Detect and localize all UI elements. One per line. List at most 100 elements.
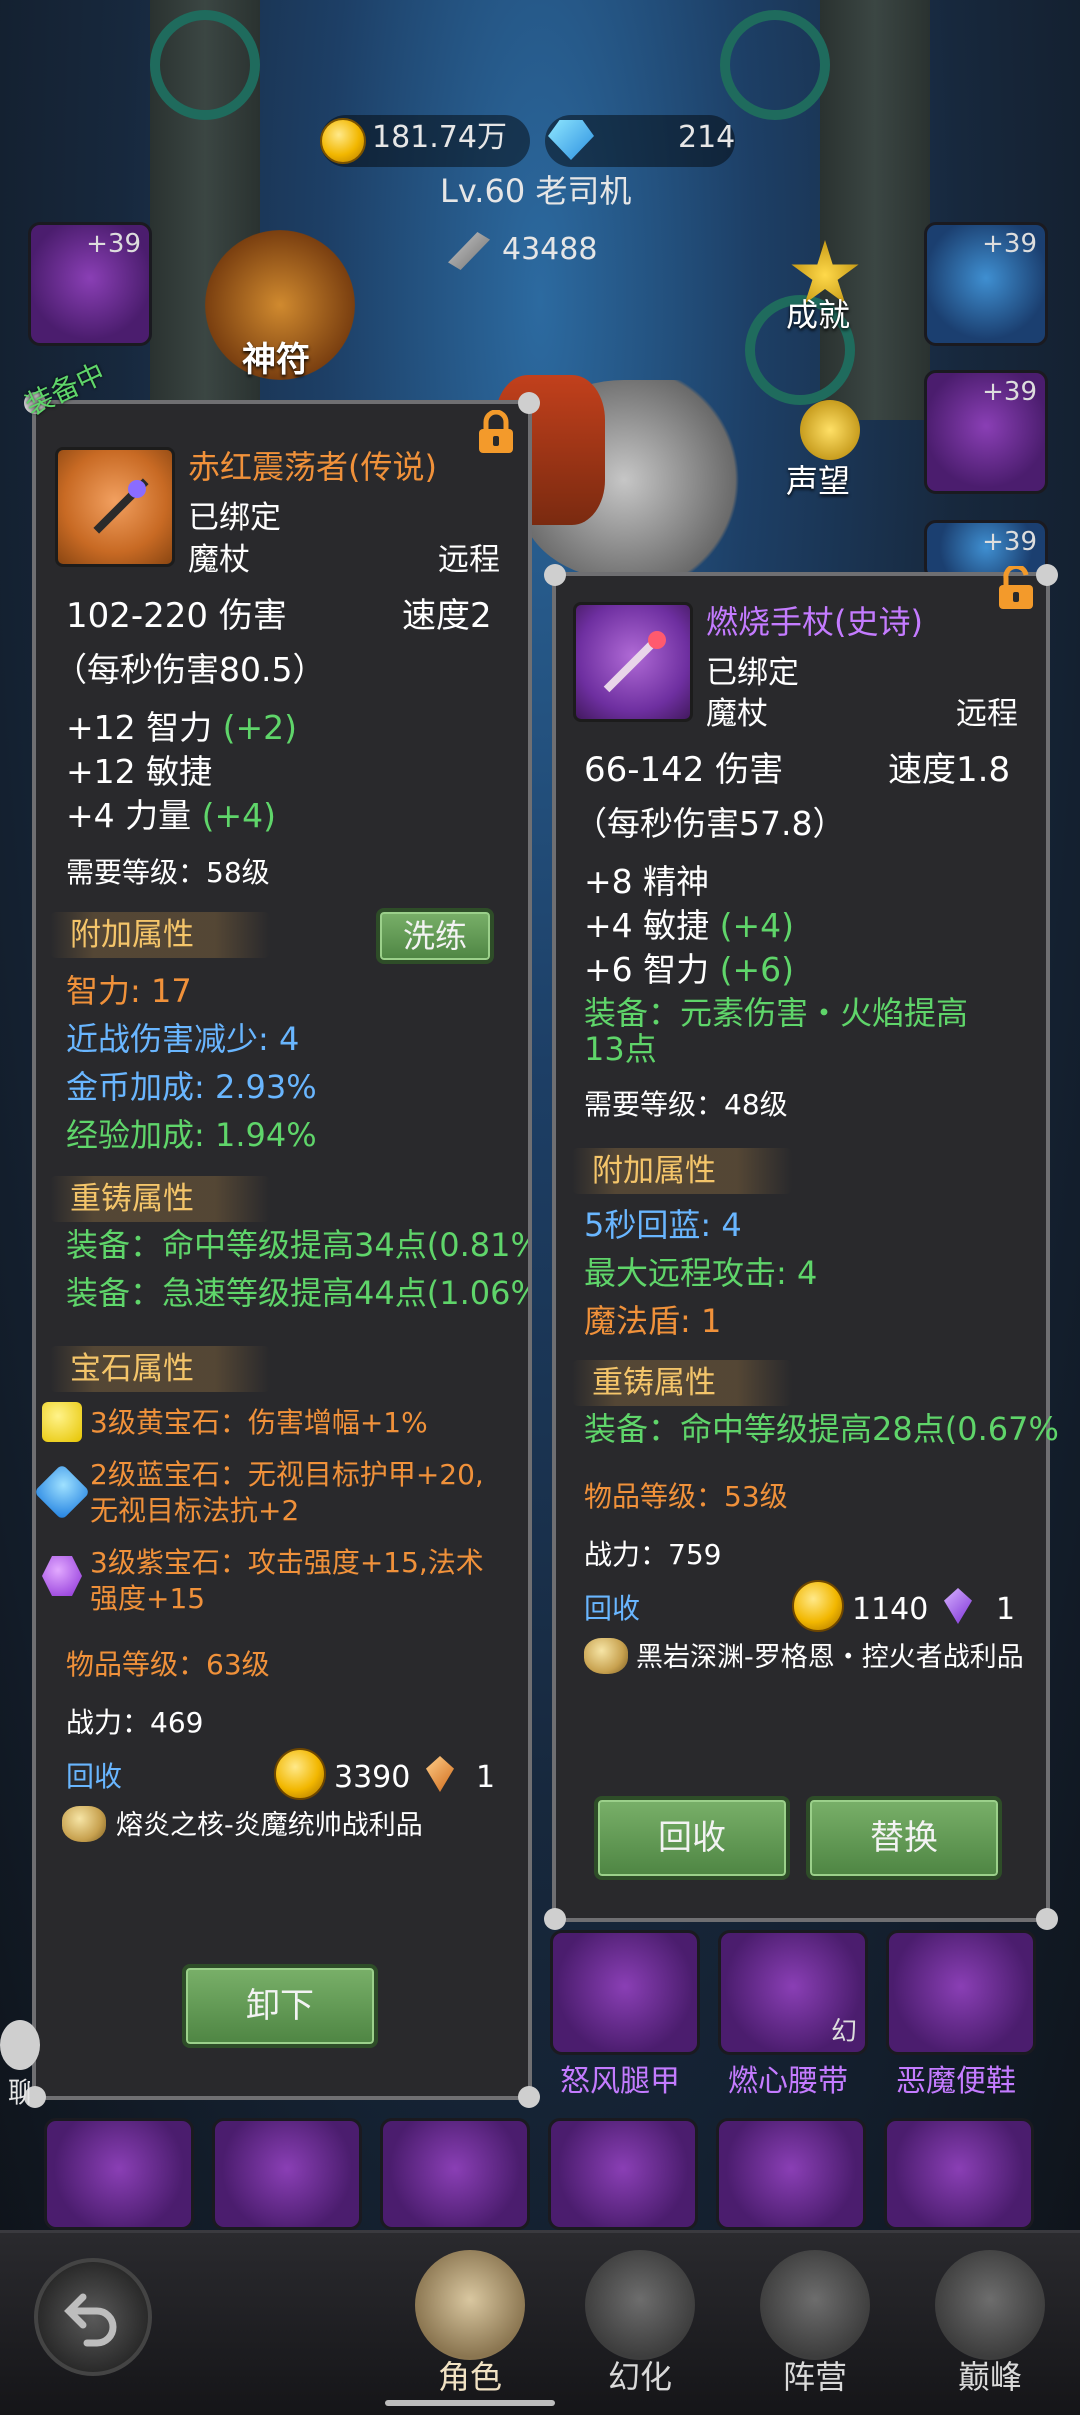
reforge-list: 装备：命中等级提高34点(0.81% 装备：急速等级提高44点(1.06% xyxy=(66,1226,528,1326)
inventory-slot[interactable] xyxy=(884,2118,1034,2230)
nav-character[interactable]: 角色 xyxy=(390,2352,550,2398)
damage-range: 102-220 伤害 xyxy=(66,596,287,636)
card-corner xyxy=(518,2086,540,2108)
item-name: 燃烧手杖(史诗) xyxy=(706,603,923,641)
bag-item-boots[interactable] xyxy=(886,1930,1036,2055)
combat-power: 43488 xyxy=(502,232,598,267)
recycle-button[interactable]: 回收 xyxy=(594,1796,790,1880)
chat-icon[interactable] xyxy=(0,2020,40,2070)
replace-button[interactable]: 替换 xyxy=(806,1796,1002,1880)
extra-attribute: 魔法盾: 1 xyxy=(584,1302,722,1340)
stat-spirit: +8 精神 xyxy=(584,862,710,901)
gem-attribute: 3级紫宝石：攻击强度+15,法术 xyxy=(90,1546,484,1579)
recycle-gold: 1140 xyxy=(852,1592,929,1627)
unlock-icon[interactable] xyxy=(996,566,1036,610)
item-type: 魔杖 xyxy=(706,696,768,732)
item-source: 熔炎之核-炎魔统帅战利品 xyxy=(116,1810,423,1841)
stat-agility: +12 敏捷 xyxy=(66,752,213,791)
item-type: 魔杖 xyxy=(188,542,250,578)
nav-pinnacle[interactable]: 巅峰 xyxy=(910,2352,1070,2398)
unequip-button[interactable]: 卸下 xyxy=(182,1964,378,2048)
recycle-label: 回收 xyxy=(66,1760,123,1793)
yellow-gem-icon xyxy=(42,1402,82,1442)
faction-banner-icon[interactable] xyxy=(760,2250,870,2360)
inventory-slot[interactable] xyxy=(44,2118,194,2230)
reforge-attribute: 装备：命中等级提高28点(0.67% xyxy=(584,1410,1059,1448)
item-level: 物品等级：53级 xyxy=(584,1480,788,1513)
dps: （每秒伤害57.8） xyxy=(574,804,846,843)
gem-attribute: 无视目标法抗+2 xyxy=(90,1494,300,1527)
recycle-shards: 1 xyxy=(476,1760,496,1795)
gem-amount: 214 xyxy=(678,120,736,155)
achievement-label[interactable]: 成就 xyxy=(786,296,850,334)
gold-coin-icon xyxy=(320,118,366,164)
extra-attribute: 经验加成: 1.94% xyxy=(66,1116,317,1154)
bag-item-name: 恶魔便鞋 xyxy=(896,2064,1016,2099)
card-corner xyxy=(1036,564,1058,586)
reforge-attributes-header: 重铸属性 xyxy=(572,1360,792,1406)
damage-range: 66-142 伤害 xyxy=(584,750,784,790)
reforge-attributes-header: 重铸属性 xyxy=(50,1176,270,1222)
rune-label[interactable]: 神符 xyxy=(242,340,310,381)
equipment-slot-shoulder[interactable]: +39 xyxy=(924,222,1048,346)
bind-status: 已绑定 xyxy=(188,500,281,536)
back-arrow-icon xyxy=(64,2293,117,2347)
reroll-button[interactable]: 洗练 xyxy=(376,908,494,964)
loot-bag-icon xyxy=(62,1806,106,1842)
item-range: 远程 xyxy=(438,542,500,578)
bag-item-leggings[interactable] xyxy=(550,1930,700,2055)
extra-attribute: 近战伤害减少: 4 xyxy=(66,1020,300,1058)
card-corner xyxy=(544,564,566,586)
pinnacle-wings-icon[interactable] xyxy=(935,2250,1045,2360)
loot-bag-icon xyxy=(584,1638,628,1674)
stat-intellect: +12 智力 (+2) xyxy=(66,708,298,747)
attack-speed: 速度2 xyxy=(402,596,492,636)
inventory-slot[interactable] xyxy=(548,2118,698,2230)
stat-agility: +4 敏捷 (+4) xyxy=(584,906,795,945)
extra-attribute: 智力: 17 xyxy=(66,972,192,1010)
stat-strength: +4 力量 (+4) xyxy=(66,796,277,835)
card-corner xyxy=(544,1908,566,1930)
gem-attribute: 3级黄宝石：伤害增幅+1% xyxy=(90,1406,428,1439)
gem-attributes-header: 宝石属性 xyxy=(50,1346,270,1392)
recycle-gold: 3390 xyxy=(334,1760,411,1795)
item-icon xyxy=(573,602,693,722)
extra-attribute: 最大远程攻击: 4 xyxy=(584,1254,818,1292)
card-corner xyxy=(518,392,540,414)
item-range: 远程 xyxy=(956,696,1018,732)
reputation-icon[interactable] xyxy=(800,400,860,460)
bag-item-belt[interactable]: 幻 xyxy=(718,1930,868,2055)
gold-coin-icon xyxy=(792,1580,844,1632)
chat-label[interactable]: 聊天 xyxy=(8,2076,30,2110)
recycle-label: 回收 xyxy=(584,1592,641,1625)
bag-item-name: 怒风腿甲 xyxy=(560,2064,680,2099)
swirl-ornament xyxy=(720,10,830,120)
back-button[interactable] xyxy=(34,2258,152,2376)
card-corner xyxy=(1036,1908,1058,1930)
enhance-level: +39 xyxy=(982,527,1037,557)
extra-attributes-header: 附加属性 xyxy=(50,912,270,958)
gem-attribute: 强度+15 xyxy=(90,1582,206,1615)
gold-amount: 181.74万 xyxy=(372,120,507,155)
item-level: 物品等级：63级 xyxy=(66,1648,270,1681)
transmog-badge: 幻 xyxy=(831,2017,858,2047)
equipment-slot-helmet[interactable]: +39 xyxy=(28,222,152,346)
inventory-slot[interactable] xyxy=(212,2118,362,2230)
dps: （每秒伤害80.5） xyxy=(54,650,326,689)
equip-effect: 装备：元素伤害・火焰提高 xyxy=(584,994,969,1032)
extra-attribute: 5秒回蓝: 4 xyxy=(584,1206,742,1244)
lock-icon[interactable] xyxy=(476,410,516,454)
reputation-label[interactable]: 声望 xyxy=(786,462,850,500)
character-helmet-icon[interactable] xyxy=(415,2250,525,2360)
nav-faction[interactable]: 阵营 xyxy=(735,2352,895,2398)
inventory-slot[interactable] xyxy=(716,2118,866,2230)
enhance-level: +39 xyxy=(982,229,1037,259)
equipment-slot-chest[interactable]: +39 xyxy=(924,370,1048,494)
enhance-level: +39 xyxy=(86,229,141,259)
inventory-slot[interactable] xyxy=(380,2118,530,2230)
transmog-icon[interactable] xyxy=(585,2250,695,2360)
reforge-attribute: 装备：命中等级提高34点(0.81% xyxy=(66,1226,528,1264)
nav-transmog[interactable]: 幻化 xyxy=(560,2352,720,2398)
extra-attributes-header: 附加属性 xyxy=(572,1148,792,1194)
enhance-level: +39 xyxy=(982,377,1037,407)
